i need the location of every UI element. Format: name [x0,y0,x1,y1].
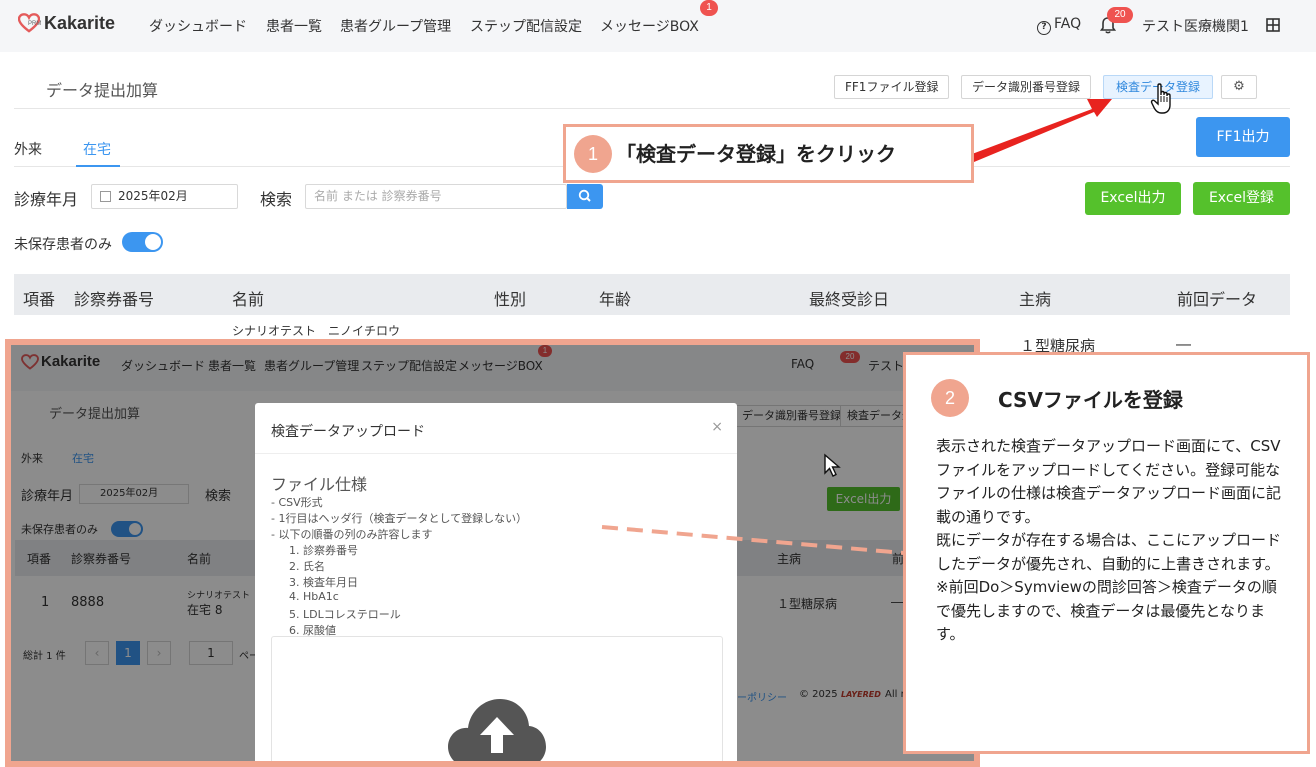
step2-body: 表示された検査データアップロード画面にて、CSVファイルをアップロードしてくださ… [936,435,1288,647]
callout-step2: 2 CSVファイルを登録 表示された検査データアップロード画面にて、CSVファイ… [903,352,1310,754]
step2-number: 2 [931,379,969,417]
step2-title: CSVファイルを登録 [998,388,1183,412]
step2-paragraph: 表示された検査データアップロード画面にて、CSVファイルをアップロードしてくださ… [936,437,1282,526]
step2-paragraph: ※前回Do＞Symviewの問診回答＞検査データの順で優先しますので、検査データ… [936,578,1277,643]
step2-paragraph: 既にデータが存在する場合は、ここにアップロードしたデータが優先され、自動的に上書… [936,531,1282,573]
